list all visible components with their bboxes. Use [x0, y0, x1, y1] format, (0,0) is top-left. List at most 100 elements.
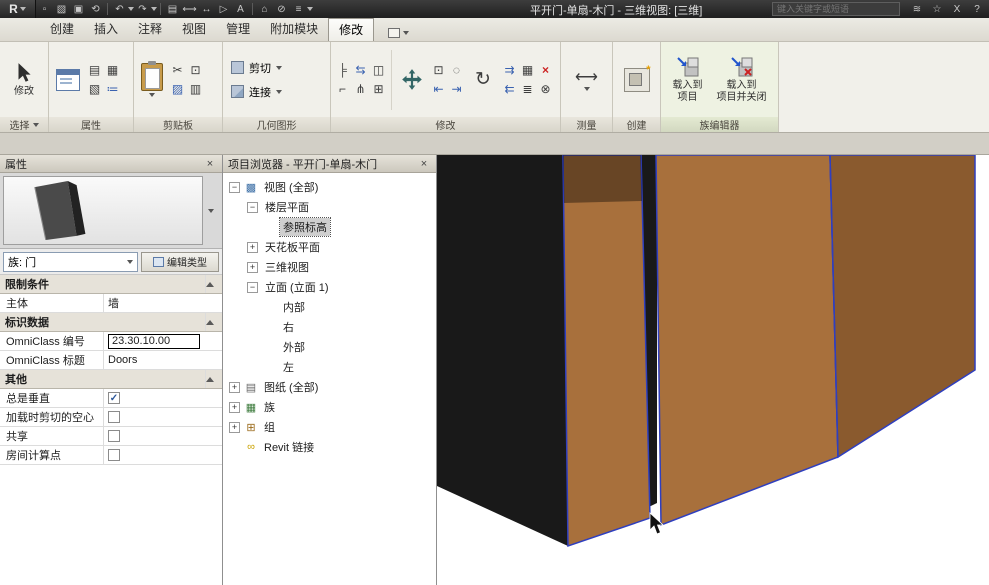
shared-checkbox[interactable]	[108, 430, 120, 442]
tree-item-elevations[interactable]: − 立面 (立面 1)	[223, 277, 436, 297]
project-browser-header[interactable]: 项目浏览器 - 平开门-单扇-木门 ×	[223, 155, 436, 173]
tag-icon[interactable]: ▷	[215, 1, 232, 17]
match-properties-icon[interactable]: ▥	[187, 81, 204, 98]
tab-modify[interactable]: 修改	[328, 18, 374, 41]
cut-geometry-button[interactable]: 剪切	[231, 60, 282, 76]
redo-icon[interactable]: ↷	[134, 1, 151, 17]
tree-item-views[interactable]: − ▩ 视图 (全部)	[223, 177, 436, 197]
thin-lines-icon[interactable]: ≡	[290, 1, 307, 17]
room-calculation-point-checkbox[interactable]	[108, 449, 120, 461]
offset-icon[interactable]: ⇆	[352, 62, 369, 79]
pin-icon[interactable]: ⇤	[430, 81, 447, 98]
expander-icon[interactable]: −	[247, 282, 258, 293]
aligned-dimension-icon[interactable]: ↔	[198, 1, 215, 17]
properties-header[interactable]: 属性 ×	[0, 155, 222, 173]
section-icon[interactable]: ⊘	[273, 1, 290, 17]
print-icon[interactable]: ▤	[164, 1, 181, 17]
expander-icon[interactable]: +	[247, 242, 258, 253]
tree-item-groups[interactable]: + ⊞ 组	[223, 417, 436, 437]
measure-button[interactable]: ⟷	[572, 45, 602, 115]
tab-manage[interactable]: 管理	[216, 18, 260, 41]
edit-type-button[interactable]: 编辑类型	[141, 252, 219, 272]
property-value[interactable]: Doors	[104, 351, 222, 369]
help-search-input[interactable]	[772, 2, 900, 16]
collapse-chevron-icon[interactable]	[206, 282, 214, 287]
application-menu-button[interactable]: R	[0, 0, 36, 18]
family-type-selector[interactable]: 族: 门	[3, 252, 138, 272]
tab-create[interactable]: 创建	[40, 18, 84, 41]
ribbon-minimize-toggle[interactable]	[388, 28, 409, 38]
match-type-icon[interactable]: ▨	[169, 81, 186, 98]
measure-icon[interactable]: ⟷	[181, 1, 198, 17]
default-3d-view-icon[interactable]: ⌂	[256, 1, 273, 17]
omniclass-number-input[interactable]: 23.30.10.00	[108, 334, 200, 349]
family-types-icon[interactable]: ▦	[104, 62, 121, 79]
demolish-icon[interactable]: ⊗	[537, 81, 554, 98]
tab-annotate[interactable]: 注释	[128, 18, 172, 41]
trim-extend-icon[interactable]: ⌐	[334, 81, 351, 98]
new-icon[interactable]: ▫	[36, 1, 53, 17]
expander-icon[interactable]: +	[229, 422, 240, 433]
section-row[interactable]: 限制条件	[0, 275, 222, 294]
qat-customize-icon[interactable]	[307, 7, 313, 11]
section-row[interactable]: 标识数据	[0, 313, 222, 332]
always-vertical-checkbox[interactable]: ✓	[108, 392, 120, 404]
undo-icon[interactable]: ↶	[111, 1, 128, 17]
cut-with-voids-checkbox[interactable]	[108, 411, 120, 423]
help-icon[interactable]: ?	[967, 1, 987, 17]
tab-addins[interactable]: 附加模块	[260, 18, 328, 41]
move-button[interactable]	[396, 45, 428, 115]
expander-icon[interactable]: −	[247, 202, 258, 213]
align-icon[interactable]: ╞	[334, 62, 351, 79]
visibility-settings-icon[interactable]: ≔	[104, 81, 121, 98]
load-into-project-button[interactable]: 载入到 项目	[669, 45, 707, 115]
open-icon[interactable]: ▧	[53, 1, 70, 17]
tab-insert[interactable]: 插入	[84, 18, 128, 41]
expander-icon[interactable]: +	[229, 382, 240, 393]
sync-icon[interactable]: ⟲	[87, 1, 104, 17]
array-linear-icon[interactable]: ⇉	[501, 62, 518, 79]
text-icon[interactable]: A	[232, 1, 249, 17]
preview-dropdown-button[interactable]	[203, 176, 219, 245]
close-icon[interactable]: ×	[203, 157, 217, 171]
favorites-icon[interactable]: ☆	[927, 1, 947, 17]
group-icon[interactable]: ▦	[519, 62, 536, 79]
family-category-icon[interactable]: ▤	[86, 62, 103, 79]
close-icon[interactable]: ×	[417, 157, 431, 171]
model-canvas[interactable]	[437, 155, 989, 585]
expander-icon[interactable]: −	[229, 182, 240, 193]
save-icon[interactable]: ▣	[70, 1, 87, 17]
tree-item-exterior[interactable]: 外部	[223, 337, 436, 357]
drawing-area-3d-view[interactable]	[437, 155, 989, 585]
copy-icon[interactable]: ⊡	[430, 62, 447, 79]
family-parameters-icon[interactable]: ▧	[86, 81, 103, 98]
properties-button[interactable]	[52, 45, 84, 115]
tree-item-revit-links[interactable]: ∞ Revit 链接	[223, 437, 436, 457]
panel-label-select[interactable]: 选择	[0, 117, 48, 132]
array-radial-icon[interactable]: ⇇	[501, 81, 518, 98]
join-geometry-button[interactable]: 连接	[231, 84, 282, 100]
tree-item-reference-level[interactable]: 参照标高	[223, 217, 436, 237]
scale-icon[interactable]: ◌	[448, 62, 465, 79]
delete-icon[interactable]: ×	[537, 62, 554, 79]
tree-item-sheets[interactable]: + ▤ 图纸 (全部)	[223, 377, 436, 397]
unpin-icon[interactable]: ⇥	[448, 81, 465, 98]
door-panel-left-geometry[interactable]	[563, 155, 650, 546]
tree-item-families[interactable]: + ▦ 族	[223, 397, 436, 417]
tree-item-ceiling-plans[interactable]: + 天花板平面	[223, 237, 436, 257]
communication-center-icon[interactable]: ≋	[907, 1, 927, 17]
tree-item-floor-plans[interactable]: − 楼层平面	[223, 197, 436, 217]
collapse-chevron-icon[interactable]	[206, 320, 214, 325]
tree-item-left[interactable]: 左	[223, 357, 436, 377]
rotate-button[interactable]: ↻	[467, 45, 499, 115]
expander-icon[interactable]: +	[229, 402, 240, 413]
property-value[interactable]: 墙	[104, 294, 222, 312]
redo-dropdown-icon[interactable]	[151, 7, 157, 11]
filter-icon[interactable]: ≣	[519, 81, 536, 98]
array-icon[interactable]: ⊞	[370, 81, 387, 98]
paste-button[interactable]	[137, 45, 167, 115]
expander-icon[interactable]: +	[247, 262, 258, 273]
tree-item-3d-views[interactable]: + 三维视图	[223, 257, 436, 277]
modify-tool-button[interactable]: 修改	[10, 45, 38, 115]
mirror-icon[interactable]: ◫	[370, 62, 387, 79]
